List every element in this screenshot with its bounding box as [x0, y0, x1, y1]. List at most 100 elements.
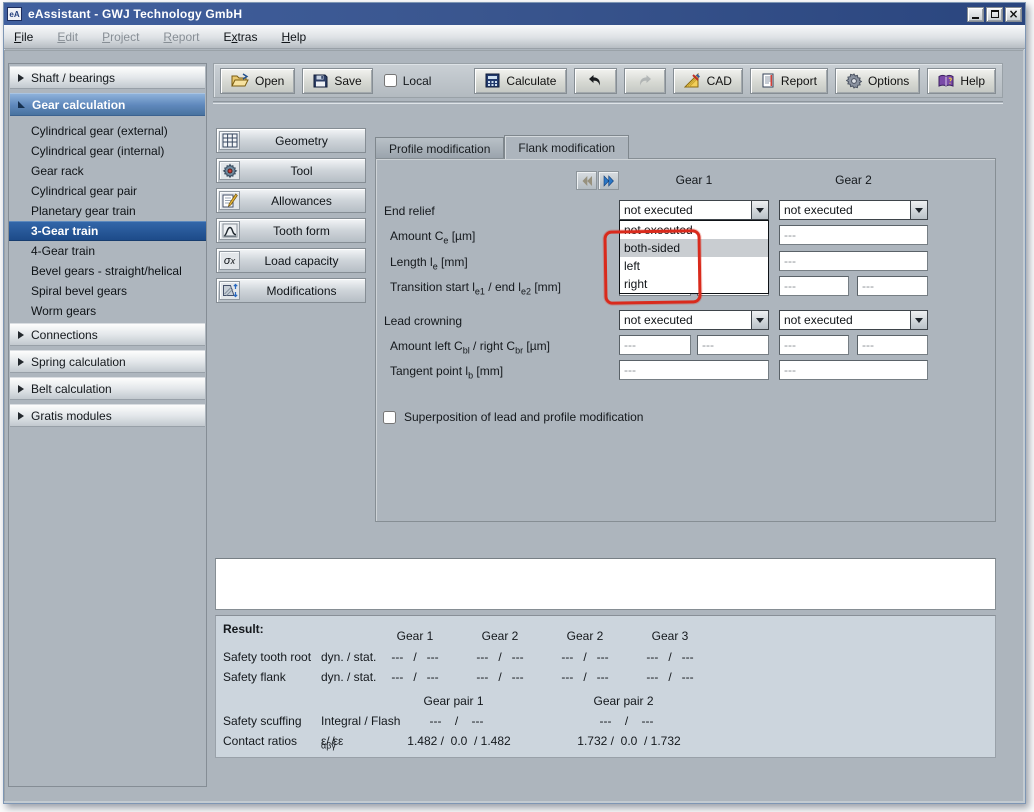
- sidebar-item-3-gear-train[interactable]: 3-Gear train: [9, 221, 206, 241]
- transition-start-gear2-input[interactable]: [779, 276, 849, 296]
- sidebar-item-gear-rack[interactable]: Gear rack: [9, 161, 206, 181]
- amount-right-gear2-input[interactable]: [857, 335, 928, 355]
- result-value: --- / ---: [542, 670, 628, 684]
- length-le-gear2-input[interactable]: [779, 251, 928, 271]
- help-button[interactable]: Help: [927, 68, 996, 94]
- sidebar-section-shaft-bearings[interactable]: Shaft / bearings: [10, 66, 205, 89]
- section-label: Belt calculation: [31, 382, 112, 396]
- end-relief-dropdown-popup: not executed both-sided left right: [619, 220, 769, 294]
- transition-end-gear2-input[interactable]: [857, 276, 928, 296]
- sidebar-section-spring-calculation[interactable]: Spring calculation: [10, 350, 205, 373]
- sidebar-section-gratis-modules[interactable]: Gratis modules: [10, 404, 205, 427]
- open-button[interactable]: Open: [220, 68, 295, 94]
- gear-pair1-header: Gear pair 1: [396, 694, 511, 708]
- tab-flank-modification[interactable]: Flank modification: [504, 135, 629, 159]
- help-book-icon: [938, 74, 954, 88]
- popup-item-left[interactable]: left: [620, 257, 768, 275]
- length-le-label: Length le [mm]: [390, 255, 468, 269]
- amount-right-gear1-input[interactable]: [697, 335, 769, 355]
- safety-tooth-root-sub: dyn. / stat.: [321, 650, 376, 664]
- tangent-point-gear2-input[interactable]: [779, 360, 928, 380]
- superposition-checkbox[interactable]: Superposition of lead and profile modifi…: [383, 410, 643, 424]
- window-controls: ×: [965, 7, 1022, 22]
- load-capacity-sigma-icon: σx: [219, 251, 240, 270]
- menu-file[interactable]: File: [14, 30, 33, 44]
- undo-button[interactable]: [574, 68, 616, 94]
- amount-ce-gear2-input[interactable]: [779, 225, 928, 245]
- sidebar-section-connections[interactable]: Connections: [10, 323, 205, 346]
- nav-next-button[interactable]: [598, 171, 619, 190]
- amount-left-gear2-input[interactable]: [779, 335, 849, 355]
- nav-previous-button[interactable]: [576, 171, 597, 190]
- sidebar-item-list: Cylindrical gear (external) Cylindrical …: [9, 120, 206, 323]
- sidebar-item-cylindrical-gear-external[interactable]: Cylindrical gear (external): [9, 121, 206, 141]
- dropdown-button[interactable]: [751, 311, 768, 329]
- sidebar-section-gear-calculation[interactable]: Gear calculation: [10, 93, 205, 116]
- redo-button[interactable]: [624, 68, 666, 94]
- lead-crowning-gear2-dropdown[interactable]: not executed: [779, 310, 928, 330]
- end-relief-gear1-dropdown[interactable]: not executed: [619, 200, 769, 220]
- calculate-button[interactable]: Calculate: [474, 68, 567, 94]
- expanded-arrow-icon: [18, 101, 25, 108]
- sidebar-item-cylindrical-gear-internal[interactable]: Cylindrical gear (internal): [9, 141, 206, 161]
- section-label: Spring calculation: [31, 355, 126, 369]
- sidebar-section-belt-calculation[interactable]: Belt calculation: [10, 377, 205, 400]
- sidebar-item-worm-gears[interactable]: Worm gears: [9, 301, 206, 321]
- tooth-form-button[interactable]: Tooth form: [216, 218, 366, 243]
- popup-item-right[interactable]: right: [620, 275, 768, 293]
- load-capacity-button[interactable]: σx Load capacity: [216, 248, 366, 273]
- modifications-icon: [219, 281, 240, 300]
- modifications-button[interactable]: Modifications: [216, 278, 366, 303]
- tangent-point-gear1-input[interactable]: [619, 360, 769, 380]
- safety-scuffing-label: Safety scuffing: [223, 714, 302, 728]
- superposition-checkbox-input[interactable]: [383, 411, 396, 424]
- flank-modification-panel: Gear 1 Gear 2 End relief Amount Ce [µm] …: [375, 158, 996, 522]
- safety-scuffing-sub: Integral / Flash: [321, 714, 400, 728]
- tab-bar: Profile modification Flank modification: [375, 135, 629, 159]
- maximize-button[interactable]: [986, 7, 1003, 22]
- popup-item-not-executed[interactable]: not executed: [620, 221, 768, 239]
- chevron-right-icon: [603, 175, 615, 187]
- collapsed-arrow-icon: [18, 385, 24, 393]
- sidebar-item-cylindrical-gear-pair[interactable]: Cylindrical gear pair: [9, 181, 206, 201]
- result-panel: Result: Gear 1 Gear 2 Gear 2 Gear 3 Safe…: [215, 615, 996, 758]
- tab-profile-modification[interactable]: Profile modification: [375, 137, 504, 159]
- options-button[interactable]: Options: [835, 68, 920, 94]
- close-button[interactable]: ×: [1005, 7, 1022, 22]
- client-area: Shaft / bearings Gear calculation Cylind…: [4, 50, 1025, 803]
- result-gear2-header: Gear 2: [457, 629, 543, 643]
- sidebar-item-planetary-gear-train[interactable]: Planetary gear train: [9, 201, 206, 221]
- lead-crowning-gear1-dropdown[interactable]: not executed: [619, 310, 769, 330]
- app-icon: eA: [7, 7, 22, 21]
- sidebar-item-bevel-gears[interactable]: Bevel gears - straight/helical: [9, 261, 206, 281]
- sidebar-item-4-gear-train[interactable]: 4-Gear train: [9, 241, 206, 261]
- dropdown-button[interactable]: [751, 201, 768, 219]
- popup-item-both-sided[interactable]: both-sided: [620, 239, 768, 257]
- dropdown-button[interactable]: [910, 201, 927, 219]
- result-value: --- / ---: [457, 670, 543, 684]
- cad-button[interactable]: CAD: [673, 68, 743, 94]
- save-button[interactable]: Save: [302, 68, 372, 94]
- menu-help[interactable]: Help: [281, 30, 306, 44]
- local-checkbox[interactable]: Local: [384, 74, 432, 88]
- menu-project: Project: [102, 30, 139, 44]
- end-relief-gear2-dropdown[interactable]: not executed: [779, 200, 928, 220]
- amount-lr-label: Amount left Cbl / right Cbr [µm]: [390, 339, 550, 353]
- contact-ratios-label: Contact ratios: [223, 734, 297, 748]
- sidebar-item-spiral-bevel-gears[interactable]: Spiral bevel gears: [9, 281, 206, 301]
- menu-extras[interactable]: Extras: [223, 30, 257, 44]
- local-checkbox-input[interactable]: [384, 74, 397, 87]
- minimize-button[interactable]: [967, 7, 984, 22]
- minimize-icon: [972, 10, 979, 19]
- chevron-left-icon: [581, 175, 593, 187]
- amount-left-gear1-input[interactable]: [619, 335, 691, 355]
- gear-icon: [846, 73, 862, 89]
- dropdown-button[interactable]: [910, 311, 927, 329]
- geometry-button[interactable]: Geometry: [216, 128, 366, 153]
- allowances-button[interactable]: Allowances: [216, 188, 366, 213]
- tool-button[interactable]: Tool: [216, 158, 366, 183]
- report-document-icon: [761, 73, 775, 88]
- chevron-down-icon: [915, 208, 923, 213]
- report-button[interactable]: Report: [750, 68, 828, 94]
- column-header-gear1: Gear 1: [619, 173, 769, 187]
